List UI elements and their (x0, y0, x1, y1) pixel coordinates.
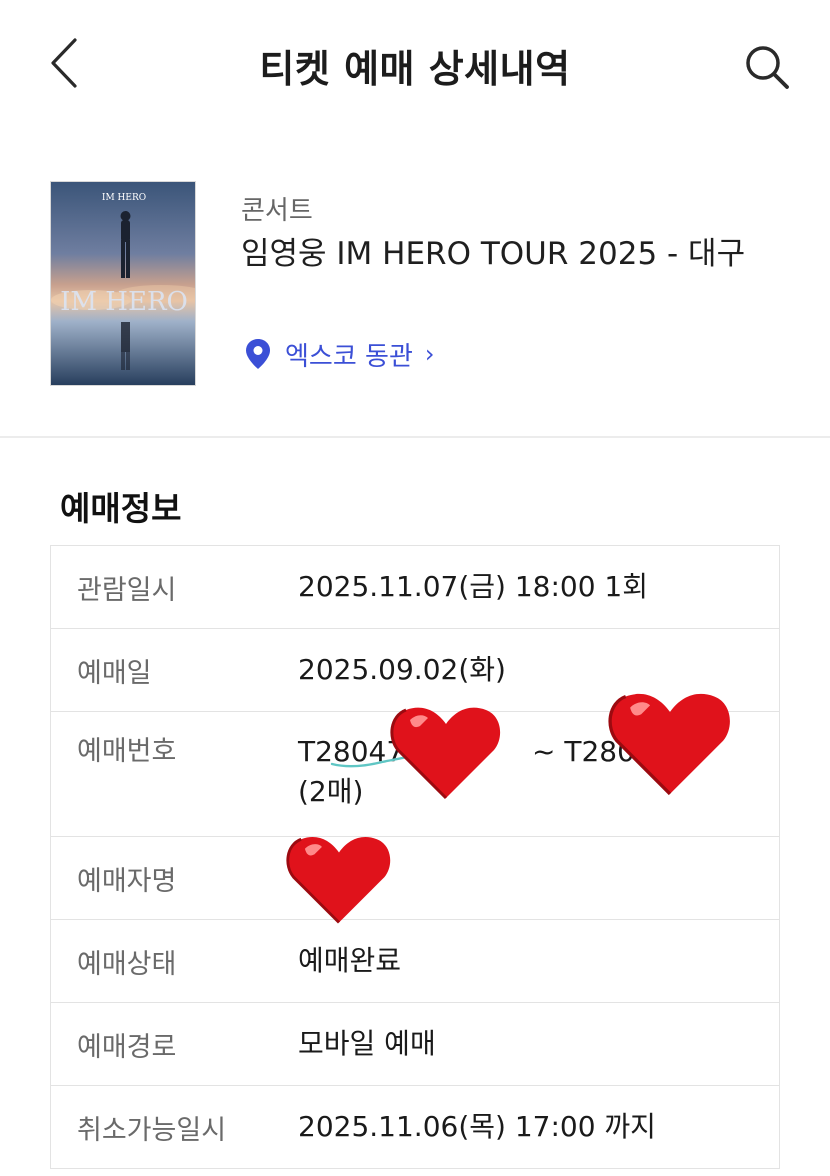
row-value: 예매완료 (298, 944, 402, 977)
row-value: 모바일 예매 (298, 1027, 436, 1060)
row-cancel-deadline: 취소가능일시 2025.11.06(목) 17:00 까지 (51, 1086, 779, 1169)
row-value: 2025.09.02(화) (298, 653, 506, 686)
page-title: 티켓 예매 상세내역 (259, 47, 571, 91)
row-booker-name: 예매자명 (51, 837, 779, 920)
booking-info-table: 관람일시 2025.11.07(금) 18:00 1회 예매일 2025.09.… (50, 545, 780, 1169)
row-label: 예매경로 (77, 1031, 177, 1063)
row-label: 관람일시 (77, 574, 177, 606)
ticket-count: (2매) (298, 775, 364, 808)
venue-name: 엑스코 동관 (285, 341, 413, 372)
poster-top-text: IM HERO (102, 193, 146, 203)
location-pin-icon (246, 339, 270, 369)
pen-scribble (330, 755, 410, 768)
row-value: T28047 ~ T28047 (2매) (298, 732, 779, 812)
row-booking-channel: 예매경로 모바일 예매 (51, 1003, 779, 1086)
search-button[interactable] (738, 38, 796, 96)
search-icon (746, 46, 789, 89)
row-label: 예매상태 (77, 948, 177, 980)
row-booking-status: 예매상태 예매완료 (51, 920, 779, 1003)
booking-number-end: ~ T28047 (532, 735, 671, 768)
poster-image: IM HERO IM HERO (51, 182, 195, 385)
booking-info-title: 예매정보 (60, 489, 182, 528)
row-label: 취소가능일시 (77, 1114, 227, 1146)
row-label: 예매번호 (77, 736, 177, 767)
venue-link[interactable]: 엑스코 동관 › (243, 334, 434, 374)
row-value: 2025.11.06(목) 17:00 까지 (298, 1110, 656, 1143)
app-header: 티켓 예매 상세내역 (0, 0, 830, 130)
event-title: 임영웅 IM HERO TOUR 2025 - 대구 (241, 236, 746, 272)
section-divider (0, 436, 830, 438)
poster-logo-text: IM HERO (60, 287, 188, 317)
event-category: 콘서트 (241, 196, 313, 226)
row-label: 예매일 (77, 657, 152, 689)
row-booking-number: 예매번호 T28047 ~ T28047 (2매) (51, 712, 779, 837)
row-value: 2025.11.07(금) 18:00 1회 (298, 570, 648, 603)
row-view-datetime: 관람일시 2025.11.07(금) 18:00 1회 (51, 546, 779, 629)
venue-chevron-icon: › (424, 340, 435, 368)
event-poster[interactable]: IM HERO IM HERO (50, 181, 196, 386)
row-label: 예매자명 (77, 865, 177, 897)
row-booking-date: 예매일 2025.09.02(화) (51, 629, 779, 712)
